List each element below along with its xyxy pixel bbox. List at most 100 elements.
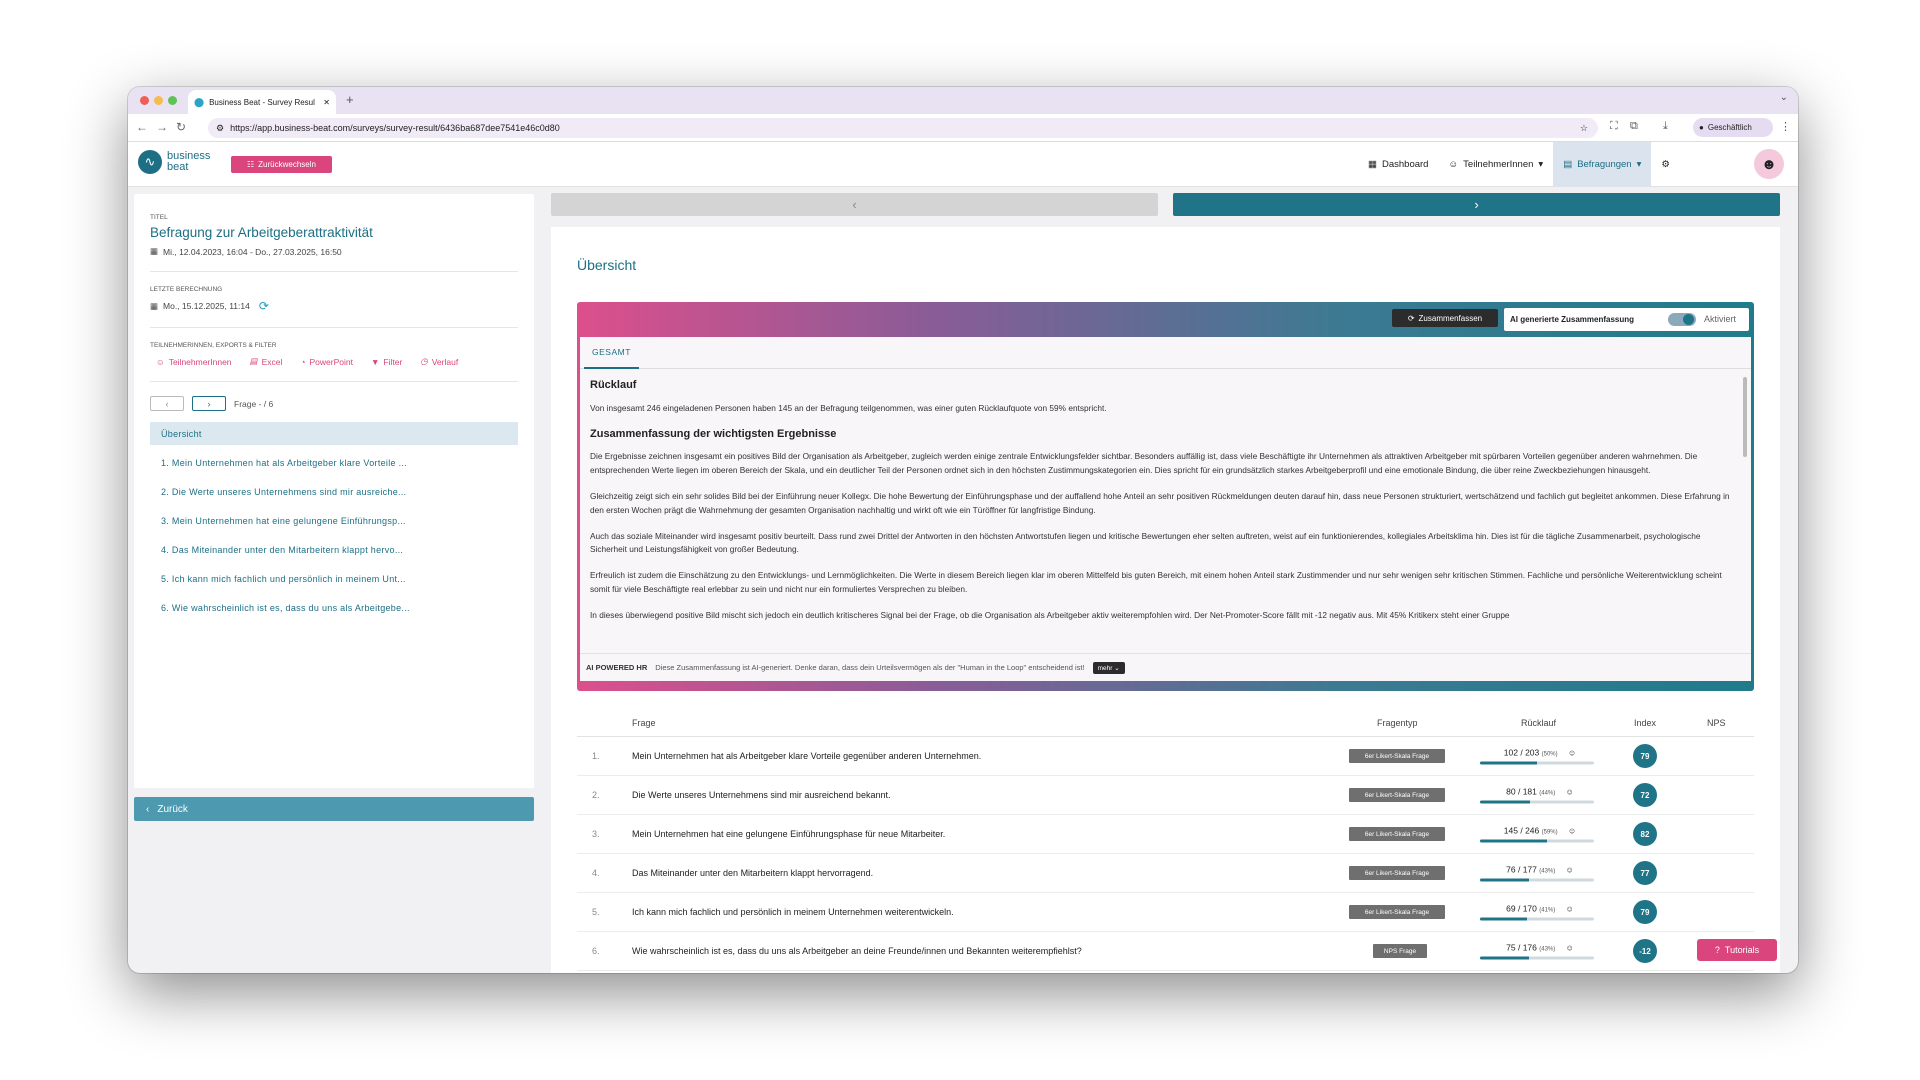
more-button[interactable]: mehr ⌄ (1092, 661, 1125, 674)
close-window-button[interactable] (140, 96, 149, 105)
paragraph-5: In dieses überwiegend positive Bild misc… (590, 609, 1510, 620)
chevron-down-icon: ⌄ (1114, 664, 1120, 672)
profile-chip[interactable]: ● Geschäftlich (1693, 118, 1773, 137)
summarize-button[interactable]: ⟳ Zusammenfassen (1392, 309, 1498, 327)
sidebar-item-question-1[interactable]: 1. Mein Unternehmen hat als Arbeitgeber … (150, 448, 518, 477)
left-panel: TITEL Befragung zur Arbeitgeberattraktiv… (134, 194, 534, 788)
url-text: https://app.business-beat.com/surveys/su… (230, 123, 560, 133)
refresh-icon: ⟳ (1407, 313, 1415, 323)
table-row[interactable]: 6. Wie wahrscheinlich ist es, dass du uns… (577, 932, 1754, 971)
business-beat-logo[interactable]: ∿ business beat (138, 150, 210, 174)
calendar-icon: ▦ (150, 300, 159, 311)
paragraph-1: Die Ergebnisse zeichnen insgesamt ein po… (590, 451, 1698, 476)
new-tab-button[interactable]: + (346, 92, 354, 107)
people-icon: ☺ (156, 356, 165, 367)
user-settings-button[interactable]: ⚙ (1651, 142, 1680, 187)
tab-title: Business Beat - Survey Resul (209, 97, 315, 107)
sidebar-item-question-5[interactable]: 5. Ich kann mich fachlich und persönlich… (150, 564, 518, 593)
table-row[interactable]: 1. Mein Unternehmen hat als Arbeitgeber k… (577, 737, 1754, 776)
extensions-icon[interactable]: ⧉ (1630, 120, 1638, 133)
switch-back-button[interactable]: ☷ Zurückwechseln (231, 156, 332, 173)
participants-icon[interactable]: ☺ (1566, 905, 1574, 914)
avatar[interactable]: ☻ (1754, 149, 1784, 179)
browser-menu-icon[interactable]: ⋮ (1780, 120, 1791, 133)
maximize-window-button[interactable] (168, 96, 177, 105)
next-question-button[interactable]: › (192, 396, 226, 411)
sidebar-item-question-3[interactable]: 3. Mein Unternehmen hat eine gelungene E… (150, 506, 518, 535)
paragraph-2: Gleichzeitig zeigt sich ein sehr solides… (590, 490, 1730, 515)
response-count: 76 / 177 (1506, 864, 1537, 875)
logo-line2: beat (167, 161, 189, 173)
participants-icon[interactable]: ☺ (1568, 827, 1576, 836)
nav-surveys[interactable]: ▤ Befragungen ▾ (1553, 142, 1652, 187)
back-button[interactable]: ‹ Zurück (134, 797, 534, 821)
sidebar-item-question-2[interactable]: 2. Die Werte unseres Unternehmens sind m… (150, 477, 518, 506)
last-calc-label: LETZTE BERECHNUNG (150, 286, 223, 293)
ai-tabs: GESAMT (580, 337, 1751, 369)
dashboard-icon: ▦ (1368, 159, 1377, 170)
screenshot-icon[interactable]: ⛶ (1610, 120, 1618, 133)
table-row[interactable]: 2. Die Werte unseres Unternehmens sind mi… (577, 776, 1754, 815)
minimize-window-button[interactable] (154, 96, 163, 105)
export-excel-label: Excel (261, 356, 283, 367)
ai-summary-toolbar: ⟳ Zusammenfassen AI generierte Zusammenfa… (580, 305, 1751, 337)
browser-tab[interactable]: ⬤ Business Beat - Survey Resul ✕ (188, 90, 336, 114)
ai-summary-panel: ⟳ Zusammenfassen AI generierte Zusammenfa… (577, 302, 1754, 691)
nav-dashboard[interactable]: ▦ Dashboard (1358, 142, 1438, 187)
reload-icon[interactable]: ↻ (176, 120, 186, 134)
url-field[interactable]: ⚙ https://app.business-beat.com/surveys/… (208, 118, 1598, 138)
close-tab-icon[interactable]: ✕ (323, 98, 330, 107)
export-excel[interactable]: ▤ Excel (250, 356, 283, 367)
bookmark-star-icon[interactable]: ☆ (1580, 123, 1588, 134)
participants-icon[interactable]: ☺ (1566, 788, 1574, 797)
download-icon[interactable]: ⤓ (1663, 120, 1668, 133)
tab-gesamt[interactable]: GESAMT (584, 337, 639, 369)
row-number: 4. (592, 868, 600, 878)
response-progress-bar (1480, 800, 1594, 804)
response-progress-fill (1480, 761, 1537, 765)
next-page-button[interactable]: › (1173, 193, 1780, 216)
table-row[interactable]: 3. Mein Unternehmen hat eine gelungene Ei… (577, 815, 1754, 854)
tutorials-button[interactable]: ? Tutorials (1697, 939, 1777, 961)
ai-summary-toggle[interactable]: AI generierte Zusammenfassung Aktiviert (1504, 308, 1749, 331)
sidebar-item-question-4[interactable]: 4. Das Miteinander unter den Mitarbeiter… (150, 535, 518, 564)
participants-icon[interactable]: ☺ (1568, 749, 1576, 758)
export-history[interactable]: ◷ Verlauf (420, 356, 458, 367)
tab-menu-icon[interactable]: ⌄ (1780, 92, 1788, 103)
index-badge: 79 (1633, 900, 1657, 924)
question-list: Übersicht 1. Mein Unternehmen hat als Ar… (150, 422, 518, 622)
participants-icon[interactable]: ☺ (1566, 866, 1574, 875)
site-settings-icon[interactable]: ⚙ (216, 123, 224, 134)
people-icon: ☺ (1448, 159, 1459, 170)
toggle-switch[interactable] (1668, 313, 1696, 326)
prev-question-button[interactable]: ‹ (150, 396, 184, 411)
sidebar-item-overview[interactable]: Übersicht (150, 422, 518, 445)
ai-footer-note: Diese Zusammenfassung ist AI-generiert. … (655, 663, 1085, 672)
participants-icon[interactable]: ☺ (1566, 944, 1574, 953)
response-progress-bar (1480, 878, 1594, 882)
refresh-icon[interactable]: ⟳ (259, 299, 269, 313)
forward-icon[interactable]: → (156, 120, 168, 134)
file-icon: ▤ (249, 356, 258, 366)
export-participants[interactable]: ☺ TeilnehmerInnen (156, 356, 232, 367)
table-row[interactable]: 5. Ich kann mich fachlich und persönlich … (577, 893, 1754, 932)
response-count: 75 / 176 (1506, 942, 1537, 953)
sidebar-item-question-6[interactable]: 6. Wie wahrscheinlich ist es, dass du un… (150, 593, 518, 622)
index-badge: 79 (1633, 744, 1657, 768)
browser-window: ⬤ Business Beat - Survey Resul ✕ + ⌄ ← →… (128, 87, 1798, 973)
prev-page-button[interactable]: ‹ (551, 193, 1158, 216)
response-progress-fill (1480, 839, 1548, 843)
scrollbar[interactable] (1743, 377, 1747, 457)
response-count: 145 / 246 (1503, 825, 1540, 836)
response-cell: 145 / 246 (59%) ☺ (1480, 826, 1600, 843)
divider (150, 327, 518, 328)
filter-icon: ▼ (370, 356, 380, 367)
back-icon[interactable]: ← (136, 120, 148, 134)
export-filter[interactable]: ▼ Filter (371, 356, 402, 367)
table-row[interactable]: 4. Das Miteinander unter den Mitarbeitern… (577, 854, 1754, 893)
summarize-label: Zusammenfassen (1418, 313, 1483, 323)
export-powerpoint[interactable]: ◔ PowerPoint (300, 356, 353, 367)
date-range-text: Mi., 12.04.2023, 16:04 - Do., 27.03.2025… (163, 246, 342, 257)
heading-summary: Zusammenfassung der wichtigsten Ergebnis… (590, 427, 837, 440)
nav-participants[interactable]: ☺ TeilnehmerInnen ▾ (1438, 142, 1553, 187)
